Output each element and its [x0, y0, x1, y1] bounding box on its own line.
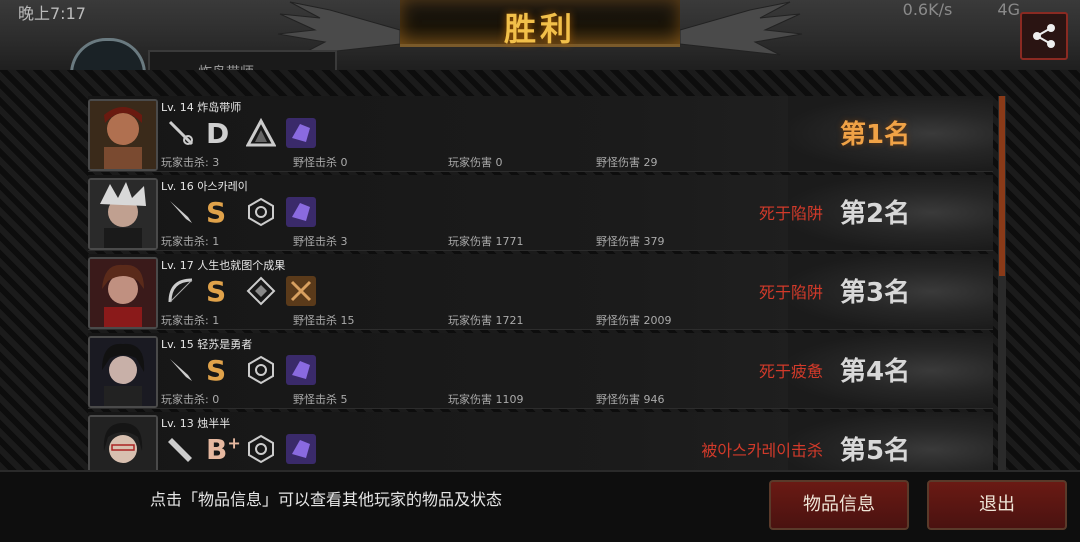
player-name: Lv. 15 轻苏是勇者 [161, 338, 253, 351]
hex-rune-icon [248, 434, 274, 464]
player-portrait [88, 336, 158, 408]
player-kills: 玩家击杀: 0 [161, 393, 220, 406]
player-portrait [88, 99, 158, 171]
rank-label: 第2名 [840, 199, 911, 229]
player-damage: 玩家伤害 1771 [448, 235, 524, 248]
table-row[interactable]: Lv. 17 人生也就图个成果 S 玩家击杀: 1 野怪击杀 15 玩家伤害 1… [88, 254, 993, 330]
diamond-rune-icon [246, 276, 276, 306]
purple-artifact-icon [286, 434, 316, 464]
player-name: Lv. 17 人生也就图个成果 [161, 259, 286, 272]
monster-damage: 野怪伤害 946 [596, 393, 665, 406]
page-title: 胜利 [503, 10, 576, 48]
share-button[interactable] [1020, 12, 1068, 60]
table-row[interactable]: Lv. 15 轻苏是勇者 S 玩家击杀: 0 野怪击杀 5 玩家伤害 1109 … [88, 333, 993, 409]
rank-label: 第1名 [840, 120, 911, 150]
purple-artifact-icon [286, 118, 316, 148]
status-time: 晚上7:17 [18, 4, 86, 23]
player-portrait [88, 415, 158, 470]
network-speed: 0.6K/s [902, 0, 953, 19]
equipment-icons: D [166, 117, 366, 150]
scrollbar-thumb[interactable] [999, 96, 1005, 276]
equipment-icons: S [166, 354, 366, 387]
table-row[interactable]: Lv. 16 아스카레이 S 玩家击杀: 1 野怪击杀 3 玩家伤害 1771 … [88, 175, 993, 251]
triangle-rune-icon [246, 118, 276, 147]
status-indicators: 0.6K/s 4G [903, 0, 1020, 19]
death-cause: 死于陷阱 [758, 283, 823, 302]
grade-badge: D [206, 117, 230, 150]
equipment-icons: S [166, 196, 366, 229]
rank-label: 第3名 [840, 278, 911, 308]
death-cause: 死于陷阱 [758, 204, 823, 223]
player-portrait [88, 178, 158, 250]
knife-icon [170, 201, 192, 223]
signal-label: 4G [997, 0, 1020, 19]
monster-damage: 野怪伤害 29 [596, 156, 658, 169]
knife-icon [170, 359, 192, 381]
title-plate: 胜利 [400, 0, 680, 48]
monster-kills: 野怪击杀 0 [293, 156, 348, 169]
player-damage: 玩家伤害 0 [448, 156, 503, 169]
player-kills: 玩家击杀: 3 [161, 156, 220, 169]
player-name: Lv. 14 炸岛带师 [161, 101, 242, 114]
hex-rune-icon [248, 197, 274, 227]
bronze-artifact-icon [286, 276, 316, 306]
grade-badge: B+ [206, 433, 241, 466]
footer-bar: 点击「物品信息」可以查看其他玩家的物品及状态 物品信息 退出 [0, 470, 1080, 542]
death-cause: 死于疲惫 [758, 362, 823, 381]
bow-icon [168, 278, 193, 303]
player-kills: 玩家击杀: 1 [161, 314, 220, 327]
monster-damage: 野怪伤害 379 [596, 235, 665, 248]
item-info-button[interactable]: 物品信息 [769, 480, 909, 530]
rank-label: 第4名 [840, 357, 911, 387]
player-name: Lv. 16 아스카레이 [161, 180, 248, 193]
player-portrait [88, 257, 158, 329]
hex-rune-icon [248, 355, 274, 385]
grade-badge: S [206, 196, 227, 229]
share-icon [1033, 24, 1055, 48]
table-row[interactable]: Lv. 13 烛半半 B+ 被아스카레이击杀 第5名 [88, 412, 993, 470]
purple-artifact-icon [286, 355, 316, 385]
purple-artifact-icon [286, 197, 316, 227]
player-damage: 玩家伤害 1109 [448, 393, 524, 406]
table-row[interactable]: Lv. 14 炸岛带师 D 玩家击杀: 3 野怪击杀 0 玩家伤害 0 野怪伤害… [88, 96, 993, 172]
grade-badge: S [206, 354, 227, 387]
rapier-icon [168, 120, 194, 146]
grade-badge: S [206, 275, 227, 308]
player-name: Lv. 13 烛半半 [161, 417, 231, 430]
exit-button[interactable]: 退出 [927, 480, 1067, 530]
monster-damage: 野怪伤害 2009 [596, 314, 672, 327]
footer-hint: 点击「物品信息」可以查看其他玩家的物品及状态 [150, 490, 503, 509]
equipment-icons: B+ [166, 433, 366, 466]
bat-icon [168, 438, 192, 462]
monster-kills: 野怪击杀 3 [293, 235, 348, 248]
monster-kills: 野怪击杀 15 [293, 314, 355, 327]
rank-label: 第5名 [840, 436, 911, 466]
results-scrollbar[interactable] [998, 96, 1006, 470]
monster-kills: 野怪击杀 5 [293, 393, 348, 406]
death-cause: 被아스카레이击杀 [701, 441, 823, 460]
results-list[interactable]: Lv. 14 炸岛带师 D 玩家击杀: 3 野怪击杀 0 玩家伤害 0 野怪伤害… [88, 96, 993, 470]
player-damage: 玩家伤害 1721 [448, 314, 524, 327]
player-kills: 玩家击杀: 1 [161, 235, 220, 248]
equipment-icons: S [166, 275, 366, 308]
